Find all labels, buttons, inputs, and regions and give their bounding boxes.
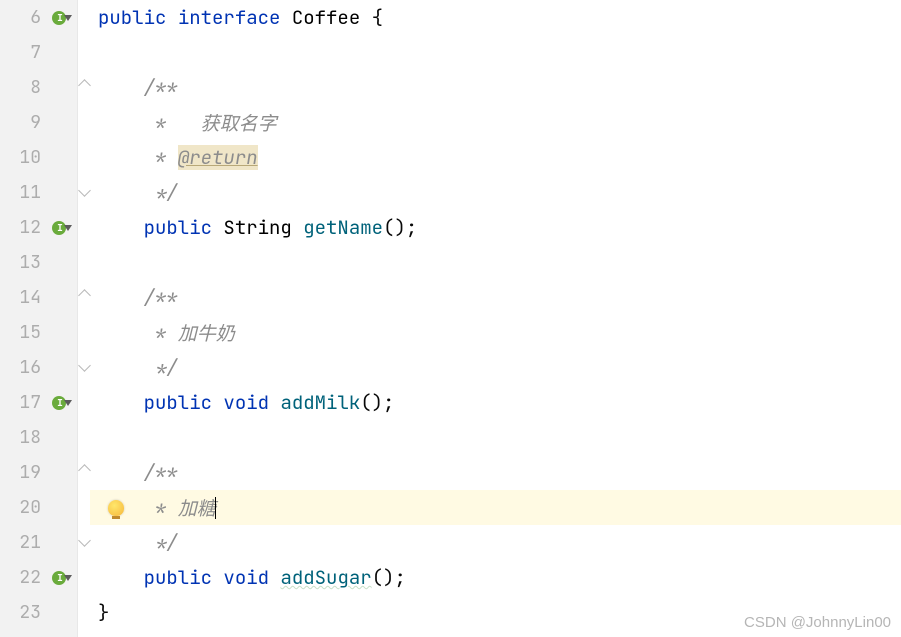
gutter-row[interactable]: 17 [0,385,77,420]
line-number: 7 [11,41,41,64]
line-number: 21 [11,531,41,554]
keyword: void [223,390,269,415]
punct: (); [360,390,394,415]
gutter-row[interactable]: 14 [0,280,77,315]
gutter-row[interactable]: 16 [0,350,77,385]
code-line[interactable]: * 获取名字 [90,105,901,140]
gutter: 6 7 8 9 10 11 12 13 14 15 16 17 18 19 20… [0,0,78,637]
gutter-row[interactable]: 21 [0,525,77,560]
gutter-row[interactable]: 12 [0,210,77,245]
javadoc-tag: @return [178,145,258,170]
class-name: Coffee [292,5,360,30]
code-line[interactable]: */ [90,525,901,560]
code-line[interactable] [90,35,901,70]
gutter-row[interactable]: 23 [0,595,77,630]
punct: (); [372,565,406,590]
line-number: 22 [11,566,41,589]
javadoc: */ [144,180,178,205]
javadoc: */ [144,530,178,555]
fold-toggle-icon[interactable] [78,534,91,547]
type: String [223,215,291,240]
code-line-current[interactable]: * 加糖 [90,490,901,525]
keyword: interface [178,5,281,30]
gutter-row[interactable]: 19 [0,455,77,490]
line-number: 6 [11,6,41,29]
gutter-row[interactable]: 20 [0,490,77,525]
javadoc: /** [144,75,178,100]
implemented-icon[interactable] [49,393,69,413]
implemented-icon[interactable] [49,218,69,238]
line-number: 17 [11,391,41,414]
gutter-row[interactable]: 10 [0,140,77,175]
gutter-row[interactable]: 22 [0,560,77,595]
javadoc: * [144,145,178,170]
gutter-row[interactable]: 18 [0,420,77,455]
fold-toggle-icon[interactable] [78,464,91,477]
code-line[interactable]: */ [90,175,901,210]
line-number: 23 [11,601,41,624]
keyword: public [144,215,212,240]
brace: { [360,5,383,30]
implemented-icon[interactable] [49,568,69,588]
gutter-row[interactable]: 13 [0,245,77,280]
line-number: 18 [11,426,41,449]
method-name: getName [303,215,383,240]
method-name: addMilk [280,390,360,415]
watermark: CSDN @JohnnyLin00 [744,614,891,631]
brace: } [98,600,109,625]
keyword: public [98,5,166,30]
code-editor: 6 7 8 9 10 11 12 13 14 15 16 17 18 19 20… [0,0,901,637]
punct: (); [383,215,417,240]
code-line[interactable] [90,420,901,455]
line-number: 9 [11,111,41,134]
implemented-icon[interactable] [49,8,69,28]
fold-toggle-icon[interactable] [78,184,91,197]
code-line[interactable]: public String getName(); [90,210,901,245]
code-line[interactable]: public void addSugar(); [90,560,901,595]
code-line[interactable]: * 加牛奶 [90,315,901,350]
code-line[interactable] [90,245,901,280]
line-number: 16 [11,356,41,379]
gutter-row[interactable]: 6 [0,0,77,35]
line-number: 12 [11,216,41,239]
code-line[interactable]: public void addMilk(); [90,385,901,420]
gutter-row[interactable]: 7 [0,35,77,70]
fold-toggle-icon[interactable] [78,289,91,302]
gutter-row[interactable]: 9 [0,105,77,140]
method-name: addSugar [280,565,371,590]
fold-region[interactable] [78,0,90,637]
line-number: 19 [11,461,41,484]
javadoc: * 加牛奶 [144,319,235,346]
keyword: public [144,390,212,415]
gutter-row[interactable]: 11 [0,175,77,210]
line-number: 10 [11,146,41,169]
intention-bulb-icon[interactable] [108,500,124,516]
line-number: 13 [11,251,41,274]
caret [215,497,216,519]
javadoc: * 获取名字 [144,109,277,136]
code-line[interactable]: public interface Coffee { [90,0,901,35]
code-line[interactable]: * @return [90,140,901,175]
code-line[interactable]: /** [90,70,901,105]
javadoc: * 加糖 [144,494,216,521]
code-line[interactable]: /** [90,280,901,315]
keyword: void [223,565,269,590]
javadoc: /** [144,285,178,310]
line-number: 8 [11,76,41,99]
code-line[interactable]: */ [90,350,901,385]
fold-toggle-icon[interactable] [78,79,91,92]
fold-toggle-icon[interactable] [78,359,91,372]
javadoc: */ [144,355,178,380]
gutter-row[interactable]: 8 [0,70,77,105]
code-area[interactable]: public interface Coffee { /** * 获取名字 * @… [90,0,901,637]
line-number: 14 [11,286,41,309]
javadoc: /** [144,460,178,485]
line-number: 20 [11,496,41,519]
code-line[interactable]: /** [90,455,901,490]
gutter-row[interactable]: 15 [0,315,77,350]
line-number: 15 [11,321,41,344]
line-number: 11 [11,181,41,204]
keyword: public [144,565,212,590]
